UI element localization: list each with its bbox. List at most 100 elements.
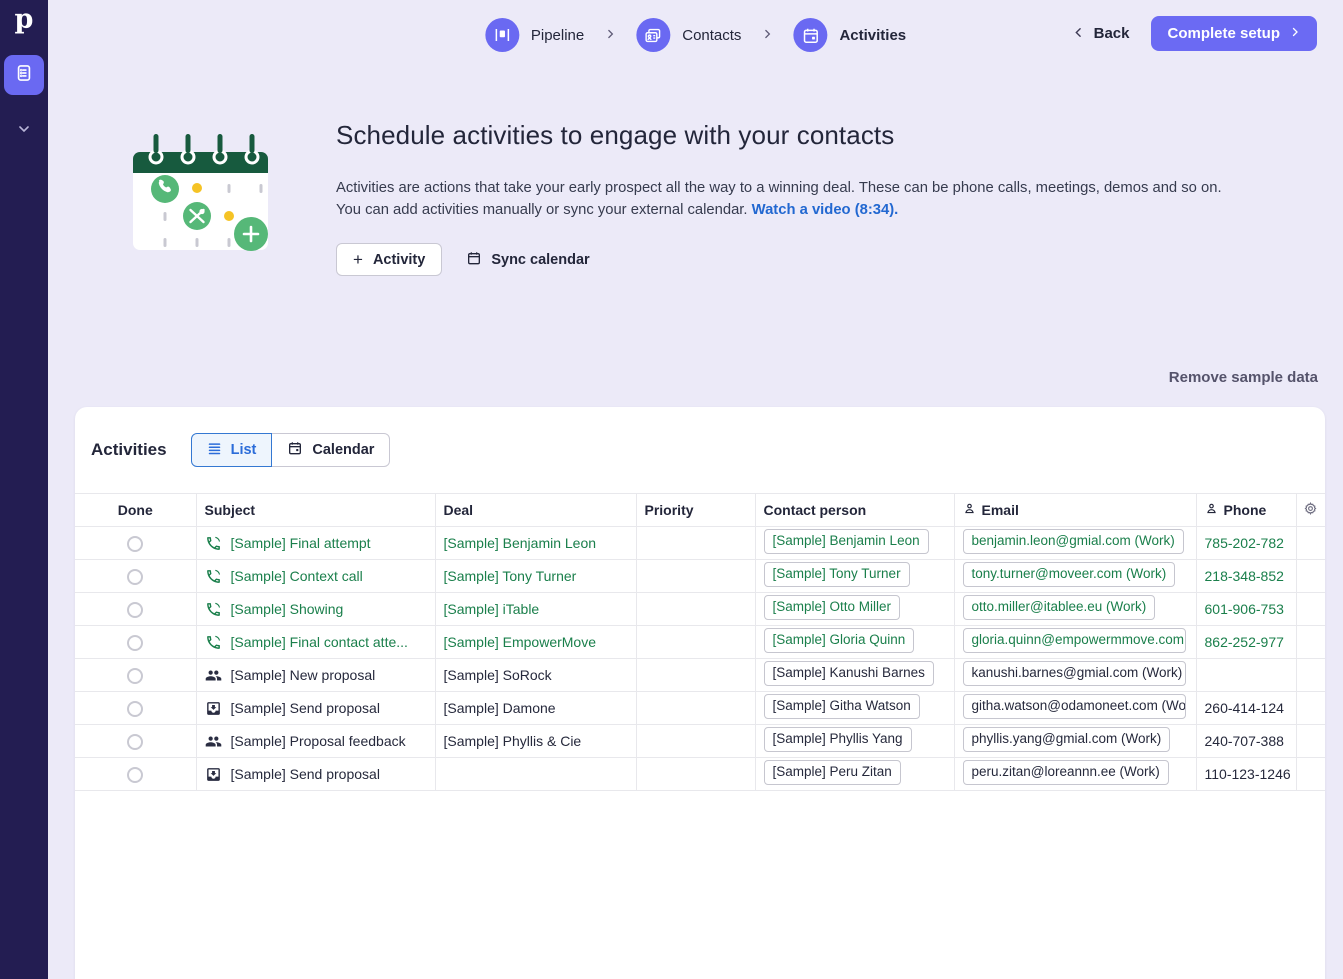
deal-link[interactable]: [Sample] Phyllis & Cie [444,733,582,749]
done-checkbox[interactable] [127,635,143,651]
call-icon [205,634,222,651]
email-chip[interactable]: benjamin.leon@gmial.com (Work) [963,529,1184,554]
priority-cell [636,527,755,560]
complete-setup-label: Complete setup [1167,25,1280,42]
phone-link[interactable]: 260-414-124 [1205,700,1284,716]
row-settings-cell [1296,758,1325,791]
table-row: [Sample] Send proposal [Sample] Peru Zita… [75,758,1325,791]
remove-sample-data-link[interactable]: Remove sample data [1169,369,1318,386]
column-header-contact-person[interactable]: Contact person [755,494,954,527]
phone-link[interactable]: 601-906-753 [1205,601,1284,617]
back-button[interactable]: Back [1072,24,1130,44]
gear-icon[interactable] [1303,501,1318,516]
chevron-right-icon [604,28,616,43]
contact-person-chip[interactable]: [Sample] Otto Miller [764,595,901,620]
subject-link[interactable]: [Sample] New proposal [231,667,376,683]
phone-link[interactable]: 862-252-977 [1205,634,1284,650]
step-contacts-label: Contacts [682,27,741,44]
row-settings-cell [1296,692,1325,725]
sync-calendar-button[interactable]: Sync calendar [460,250,595,270]
complete-setup-button[interactable]: Complete setup [1151,16,1317,51]
plus-icon: + [353,251,363,268]
step-pipeline[interactable]: Pipeline [485,18,584,52]
column-header-subject[interactable]: Subject [196,494,435,527]
row-settings-cell [1296,659,1325,692]
sidebar-item-getting-started[interactable] [4,55,44,95]
column-settings[interactable] [1296,494,1325,527]
column-header-deal[interactable]: Deal [435,494,636,527]
priority-cell [636,560,755,593]
activities-card-header: Activities List [75,407,1325,493]
done-checkbox[interactable] [127,668,143,684]
done-checkbox[interactable] [127,536,143,552]
phone-link[interactable]: 785-202-782 [1205,535,1284,551]
column-header-priority[interactable]: Priority [636,494,755,527]
deal-link[interactable]: [Sample] Benjamin Leon [444,535,597,551]
subject-link[interactable]: [Sample] Send proposal [231,700,380,716]
done-checkbox[interactable] [127,701,143,717]
email-chip[interactable]: kanushi.barnes@gmial.com (Work) [963,661,1186,686]
deal-link[interactable]: [Sample] SoRock [444,667,552,683]
column-header-phone[interactable]: Phone [1196,494,1296,527]
email-chip[interactable]: gloria.quinn@empowermmove.com (Work) [963,628,1186,653]
deal-link[interactable]: [Sample] Tony Turner [444,568,577,584]
email-chip[interactable]: peru.zitan@loreannn.ee (Work) [963,760,1169,785]
tab-list-view[interactable]: List [191,433,273,467]
calendar-icon [287,440,303,460]
contact-person-chip[interactable]: [Sample] Phyllis Yang [764,727,912,752]
contact-person-chip[interactable]: [Sample] Benjamin Leon [764,529,929,554]
watch-video-link[interactable]: Watch a video (8:34). [752,202,899,218]
deal-link[interactable]: [Sample] EmpowerMove [444,634,597,650]
activities-title: Activities [91,440,167,460]
deal-link[interactable]: [Sample] iTable [444,601,540,617]
step-contacts[interactable]: Contacts [636,18,741,52]
page-title: Schedule activities to engage with your … [336,120,894,151]
email-chip[interactable]: tony.turner@moveer.com (Work) [963,562,1176,587]
priority-cell [636,758,755,791]
tab-calendar-view[interactable]: Calendar [271,433,390,467]
subject-link[interactable]: [Sample] Context call [231,568,363,584]
chevron-left-icon [1072,24,1085,44]
sync-calendar-label: Sync calendar [491,252,589,268]
phone-link[interactable]: 110-123-1246 [1205,766,1291,782]
done-checkbox[interactable] [127,602,143,618]
subject-link[interactable]: [Sample] Final attempt [231,535,371,551]
column-header-email[interactable]: Email [954,494,1196,527]
priority-cell [636,725,755,758]
table-row: [Sample] Final contact atte... [Sample] E… [75,626,1325,659]
email-chip[interactable]: githa.watson@odamoneet.com (Work) [963,694,1186,719]
step-activities[interactable]: Activities [793,18,906,52]
done-checkbox[interactable] [127,569,143,585]
app: p [0,0,1343,979]
call-icon [205,568,222,585]
done-checkbox[interactable] [127,767,143,783]
priority-cell [636,692,755,725]
contact-person-chip[interactable]: [Sample] Peru Zitan [764,760,901,785]
subject-link[interactable]: [Sample] Send proposal [231,766,380,782]
sidebar-expand-toggle[interactable] [16,121,32,142]
done-checkbox[interactable] [127,734,143,750]
subject-link[interactable]: [Sample] Proposal feedback [231,733,406,749]
row-settings-cell [1296,593,1325,626]
contact-person-chip[interactable]: [Sample] Gloria Quinn [764,628,915,653]
table-row: [Sample] Proposal feedback [Sample] Phyll… [75,725,1325,758]
pipedrive-logo: p [15,6,34,33]
column-header-done[interactable]: Done [75,494,196,527]
subject-link[interactable]: [Sample] Final contact atte... [231,634,408,650]
deal-link[interactable]: [Sample] Damone [444,700,556,716]
email-chip[interactable]: otto.miller@itablee.eu (Work) [963,595,1156,620]
contact-person-chip[interactable]: [Sample] Tony Turner [764,562,910,587]
contact-person-chip[interactable]: [Sample] Kanushi Barnes [764,661,934,686]
phone-link[interactable]: 240-707-388 [1205,733,1284,749]
back-label: Back [1094,25,1130,42]
table-row: [Sample] New proposal [Sample] SoRock [Sam… [75,659,1325,692]
subject-link[interactable]: [Sample] Showing [231,601,344,617]
email-chip[interactable]: phyllis.yang@gmial.com (Work) [963,727,1171,752]
meeting-icon [205,667,222,684]
step-pipeline-label: Pipeline [531,27,584,44]
add-activity-button[interactable]: + Activity [336,243,442,276]
contact-person-chip[interactable]: [Sample] Githa Watson [764,694,920,719]
chevron-right-icon [1289,25,1301,42]
phone-link[interactable]: 218-348-852 [1205,568,1284,584]
intro-actions: + Activity Sync calendar [336,243,596,276]
